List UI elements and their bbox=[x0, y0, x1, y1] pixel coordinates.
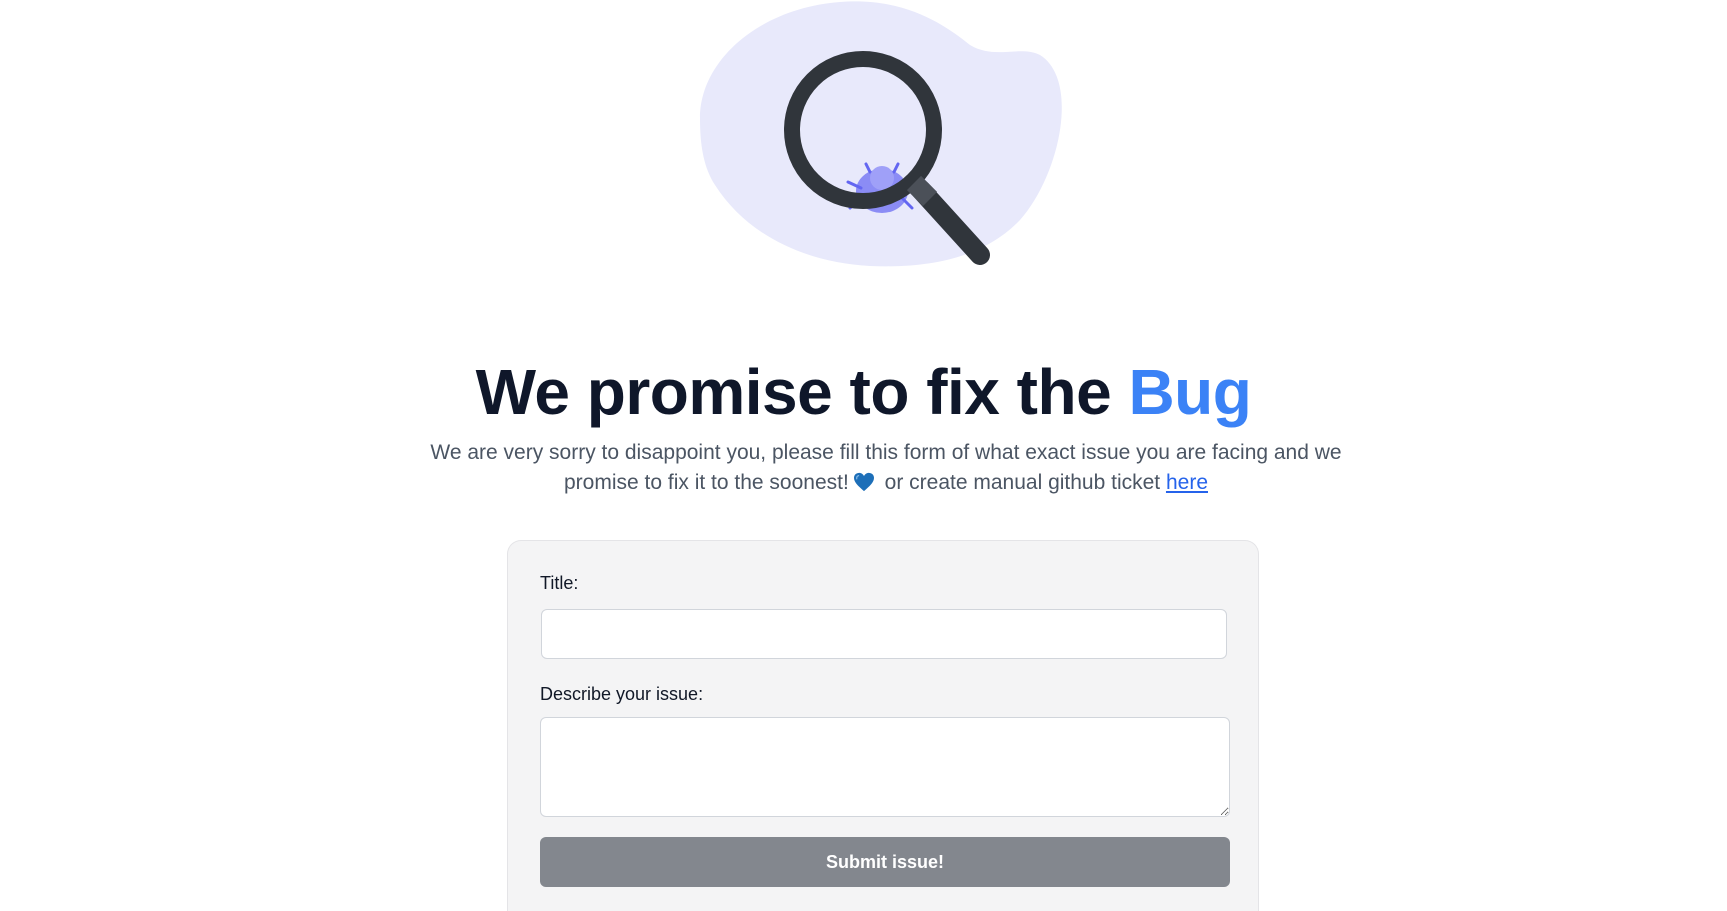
page-subtitle: We are very sorry to disappoint you, ple… bbox=[413, 438, 1359, 498]
description-textarea[interactable] bbox=[540, 717, 1230, 817]
issue-form: Title: Describe your issue: Submit issue… bbox=[507, 540, 1259, 911]
title-input[interactable] bbox=[541, 609, 1227, 659]
title-label: Title: bbox=[540, 573, 579, 593]
magnifier-bug-icon bbox=[700, 1, 1062, 267]
github-ticket-link[interactable]: here bbox=[1166, 471, 1208, 494]
page-title-prefix: We promise to fix the bbox=[475, 356, 1129, 428]
page-title: We promise to fix the Bug bbox=[0, 355, 1727, 429]
blue-heart-icon bbox=[853, 472, 874, 492]
description-label: Describe your issue: bbox=[540, 684, 704, 704]
illustration-blob bbox=[700, 1, 1062, 267]
submit-issue-button[interactable]: Submit issue! bbox=[540, 837, 1230, 887]
page-title-accent: Bug bbox=[1128, 356, 1252, 428]
bug-report-page: We promise to fix the Bug We are very so… bbox=[0, 0, 1727, 911]
subtitle-after-icon: or create manual github ticket bbox=[878, 471, 1166, 494]
